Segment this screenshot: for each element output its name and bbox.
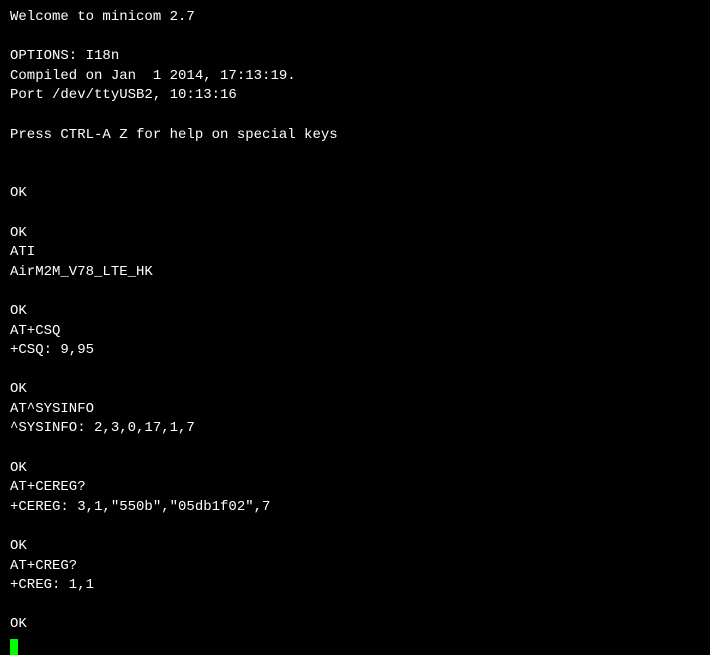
at-response: +CSQ: 9,95	[10, 341, 700, 361]
options-line: OPTIONS: I18n	[10, 47, 700, 67]
blank-line	[10, 28, 700, 48]
blank-line	[10, 361, 700, 381]
at-response: ^SYSINFO: 2,3,0,17,1,7	[10, 419, 700, 439]
blank-line	[10, 165, 700, 185]
terminal-output[interactable]: Welcome to minicom 2.7 OPTIONS: I18n Com…	[10, 8, 700, 655]
blank-line	[10, 204, 700, 224]
ok-response: OK	[10, 380, 700, 400]
at-command: AT+CSQ	[10, 322, 700, 342]
blank-line	[10, 596, 700, 616]
ok-response: OK	[10, 459, 700, 479]
welcome-line: Welcome to minicom 2.7	[10, 8, 700, 28]
help-line: Press CTRL-A Z for help on special keys	[10, 126, 700, 146]
at-response: +CEREG: 3,1,"550b","05db1f02",7	[10, 498, 700, 518]
at-response: AirM2M_V78_LTE_HK	[10, 263, 700, 283]
at-command: AT^SYSINFO	[10, 400, 700, 420]
compiled-line: Compiled on Jan 1 2014, 17:13:19.	[10, 67, 700, 87]
blank-line	[10, 106, 700, 126]
ok-response: OK	[10, 537, 700, 557]
blank-line	[10, 517, 700, 537]
blank-line	[10, 439, 700, 459]
blank-line	[10, 145, 700, 165]
at-command: AT+CREG?	[10, 557, 700, 577]
at-response: +CREG: 1,1	[10, 576, 700, 596]
port-line: Port /dev/ttyUSB2, 10:13:16	[10, 86, 700, 106]
ok-response: OK	[10, 224, 700, 244]
cursor-icon	[10, 639, 18, 655]
blank-line	[10, 282, 700, 302]
ok-response: OK	[10, 302, 700, 322]
ok-response: OK	[10, 615, 700, 635]
ok-response: OK	[10, 184, 700, 204]
prompt-line[interactable]	[10, 635, 700, 655]
at-command: AT+CEREG?	[10, 478, 700, 498]
at-command: ATI	[10, 243, 700, 263]
